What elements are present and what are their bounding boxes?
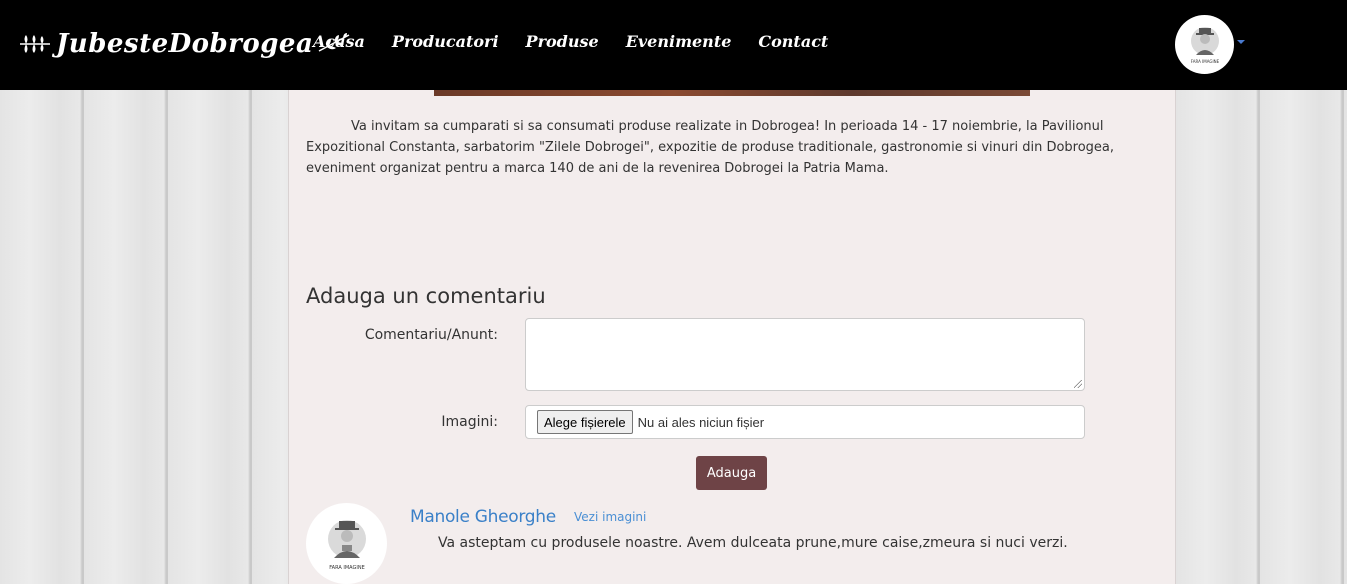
view-images-link[interactable]: Vezi imagini: [574, 510, 646, 524]
brand-logo[interactable]: JubesteDobrogea: [18, 22, 351, 66]
placeholder-farmer-icon: FARA IMAGINE: [327, 519, 366, 571]
sprig-left-icon: [20, 35, 50, 53]
main-nav: Acasa Producatori Produse Evenimente Con…: [313, 32, 855, 51]
comment-textarea[interactable]: [525, 318, 1085, 391]
resize-grip-icon[interactable]: [1074, 380, 1082, 388]
nav-link-producatori[interactable]: Producatori: [392, 32, 499, 51]
choose-files-button[interactable]: Alege fișierele: [537, 410, 633, 434]
navbar: JubesteDobrogea Acasa Producatori Produs…: [0, 0, 1347, 90]
comment-author-name[interactable]: Manole Gheorghe: [410, 507, 556, 527]
placeholder-farmer-icon: FARA IMAGINE: [1190, 26, 1219, 64]
comment-field-label: Comentariu/Anunt:: [364, 327, 498, 343]
comment-form-title: Adauga un comentariu: [306, 284, 546, 308]
event-image: [434, 90, 1030, 96]
event-description: Va invitam sa cumparati si sa consumati …: [306, 119, 1115, 176]
chevron-down-icon[interactable]: [1237, 40, 1245, 44]
nav-link-produse[interactable]: Produse: [526, 32, 599, 51]
images-field-label: Imagini:: [441, 414, 498, 430]
avatar-caption: FARA IMAGINE: [329, 565, 365, 571]
brand-name[interactable]: JubesteDobrogea: [56, 29, 313, 59]
nav-link-acasa[interactable]: Acasa: [313, 32, 365, 51]
user-avatar-menu[interactable]: FARA IMAGINE: [1175, 15, 1234, 74]
image-file-input[interactable]: Alege fișierele Nu ai ales niciun fișier: [525, 405, 1085, 439]
nav-link-contact[interactable]: Contact: [758, 32, 828, 51]
comment-author-avatar: FARA IMAGINE: [306, 503, 387, 584]
avatar-caption: FARA IMAGINE: [1190, 59, 1219, 64]
nav-link-evenimente[interactable]: Evenimente: [626, 32, 732, 51]
add-comment-button[interactable]: Adauga: [696, 456, 767, 490]
file-status-text: Nu ai ales niciun fișier: [637, 414, 765, 430]
comment-text: Va asteptam cu produsele noastre. Avem d…: [438, 535, 1068, 551]
